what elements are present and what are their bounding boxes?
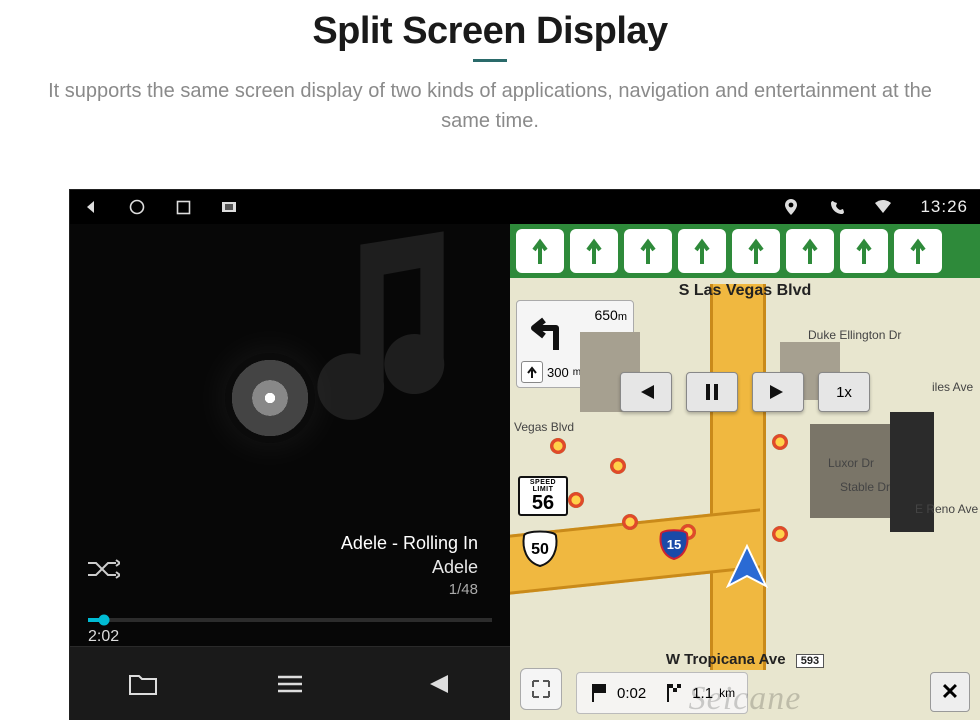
interstate-shield-icon: 15 [658, 528, 690, 560]
turn-dist-sub: 300 [547, 365, 569, 380]
title-underline [473, 59, 507, 62]
lane-arrow-icon [678, 229, 726, 273]
shuffle-icon[interactable] [86, 557, 120, 581]
player-bottom-bar [70, 646, 510, 720]
turn-dist-main-unit: m [618, 311, 627, 323]
poi-label: E Reno Ave [915, 502, 978, 516]
elapsed-time: 2:02 [88, 628, 119, 646]
street-top-label: S Las Vegas Blvd [510, 282, 980, 300]
poi-icon [772, 434, 788, 450]
eta-time: 0:02 [617, 685, 646, 702]
poi-icon [610, 458, 626, 474]
nav-lane-bar [510, 224, 980, 278]
lane-arrow-icon [624, 229, 672, 273]
exit-number: 593 [796, 654, 824, 668]
poi-icon [772, 526, 788, 542]
wifi-icon [874, 198, 892, 216]
poi-icon [568, 492, 584, 508]
checkered-flag-icon [664, 682, 686, 704]
nav-next-button[interactable] [752, 372, 804, 412]
street-bottom-label: W Tropicana Ave 593 [510, 651, 980, 668]
svg-text:50: 50 [531, 541, 549, 558]
home-icon[interactable] [128, 198, 146, 216]
poi-icon [622, 514, 638, 530]
speed-limit-sign: SPEED LIMIT 56 [518, 476, 568, 516]
playlist-button[interactable] [268, 662, 312, 706]
lane-arrow-icon [516, 229, 564, 273]
svg-text:15: 15 [667, 537, 681, 552]
speed-limit-label: SPEED LIMIT [520, 479, 566, 493]
recent-icon[interactable] [174, 198, 192, 216]
poi-label: Luxor Dr [828, 456, 874, 470]
nav-close-button[interactable]: ✕ [930, 672, 970, 712]
flag-icon [589, 682, 611, 704]
screenshot-icon[interactable] [220, 198, 238, 216]
previous-button[interactable] [415, 662, 459, 706]
nav-prev-button[interactable] [620, 372, 672, 412]
folder-button[interactable] [121, 662, 165, 706]
turn-dist-main: 650 [594, 307, 617, 323]
turn-left-icon [521, 305, 575, 359]
lane-arrow-icon [840, 229, 888, 273]
phone-icon [828, 198, 846, 216]
status-bar: 13:26 [70, 190, 980, 224]
poi-label: Vegas Blvd [514, 420, 574, 434]
page-title: Split Screen Display [0, 10, 980, 53]
lane-arrow-icon [570, 229, 618, 273]
lane-arrow-icon [786, 229, 834, 273]
device-screen: 13:26 Adele - Rolling In Adele 1/48 [70, 190, 980, 720]
music-note-icon [292, 228, 462, 428]
progress-bar[interactable] [88, 618, 492, 622]
status-time: 13:26 [920, 197, 968, 217]
poi-label: Stable Dr [840, 480, 890, 494]
turn-sub-icon [521, 361, 543, 383]
position-arrow-icon [724, 544, 770, 590]
lane-arrow-icon [894, 229, 942, 273]
navigation-pane: S Las Vegas Blvd 650m 300 m [510, 224, 980, 720]
location-icon [782, 198, 800, 216]
lane-arrow-icon [732, 229, 780, 273]
page-subtitle: It supports the same screen display of t… [30, 76, 950, 136]
album-art [70, 224, 510, 531]
nav-speed-button[interactable]: 1x [818, 372, 870, 412]
route-shield-icon: 50 [520, 528, 560, 568]
poi-label: iles Ave [932, 380, 973, 394]
nav-playback-controls: 1x [620, 372, 870, 412]
track-artist: Adele [341, 555, 478, 579]
speed-limit-value: 56 [520, 493, 566, 513]
nav-zoom-button[interactable] [520, 668, 562, 710]
track-title: Adele - Rolling In [341, 531, 478, 555]
music-pane: Adele - Rolling In Adele 1/48 2:02 [70, 224, 510, 720]
nav-pause-button[interactable] [686, 372, 738, 412]
track-index: 1/48 [341, 580, 478, 600]
back-icon[interactable] [82, 198, 100, 216]
watermark: Seicane [689, 680, 802, 718]
poi-icon [550, 438, 566, 454]
poi-label: Duke Ellington Dr [808, 328, 901, 342]
